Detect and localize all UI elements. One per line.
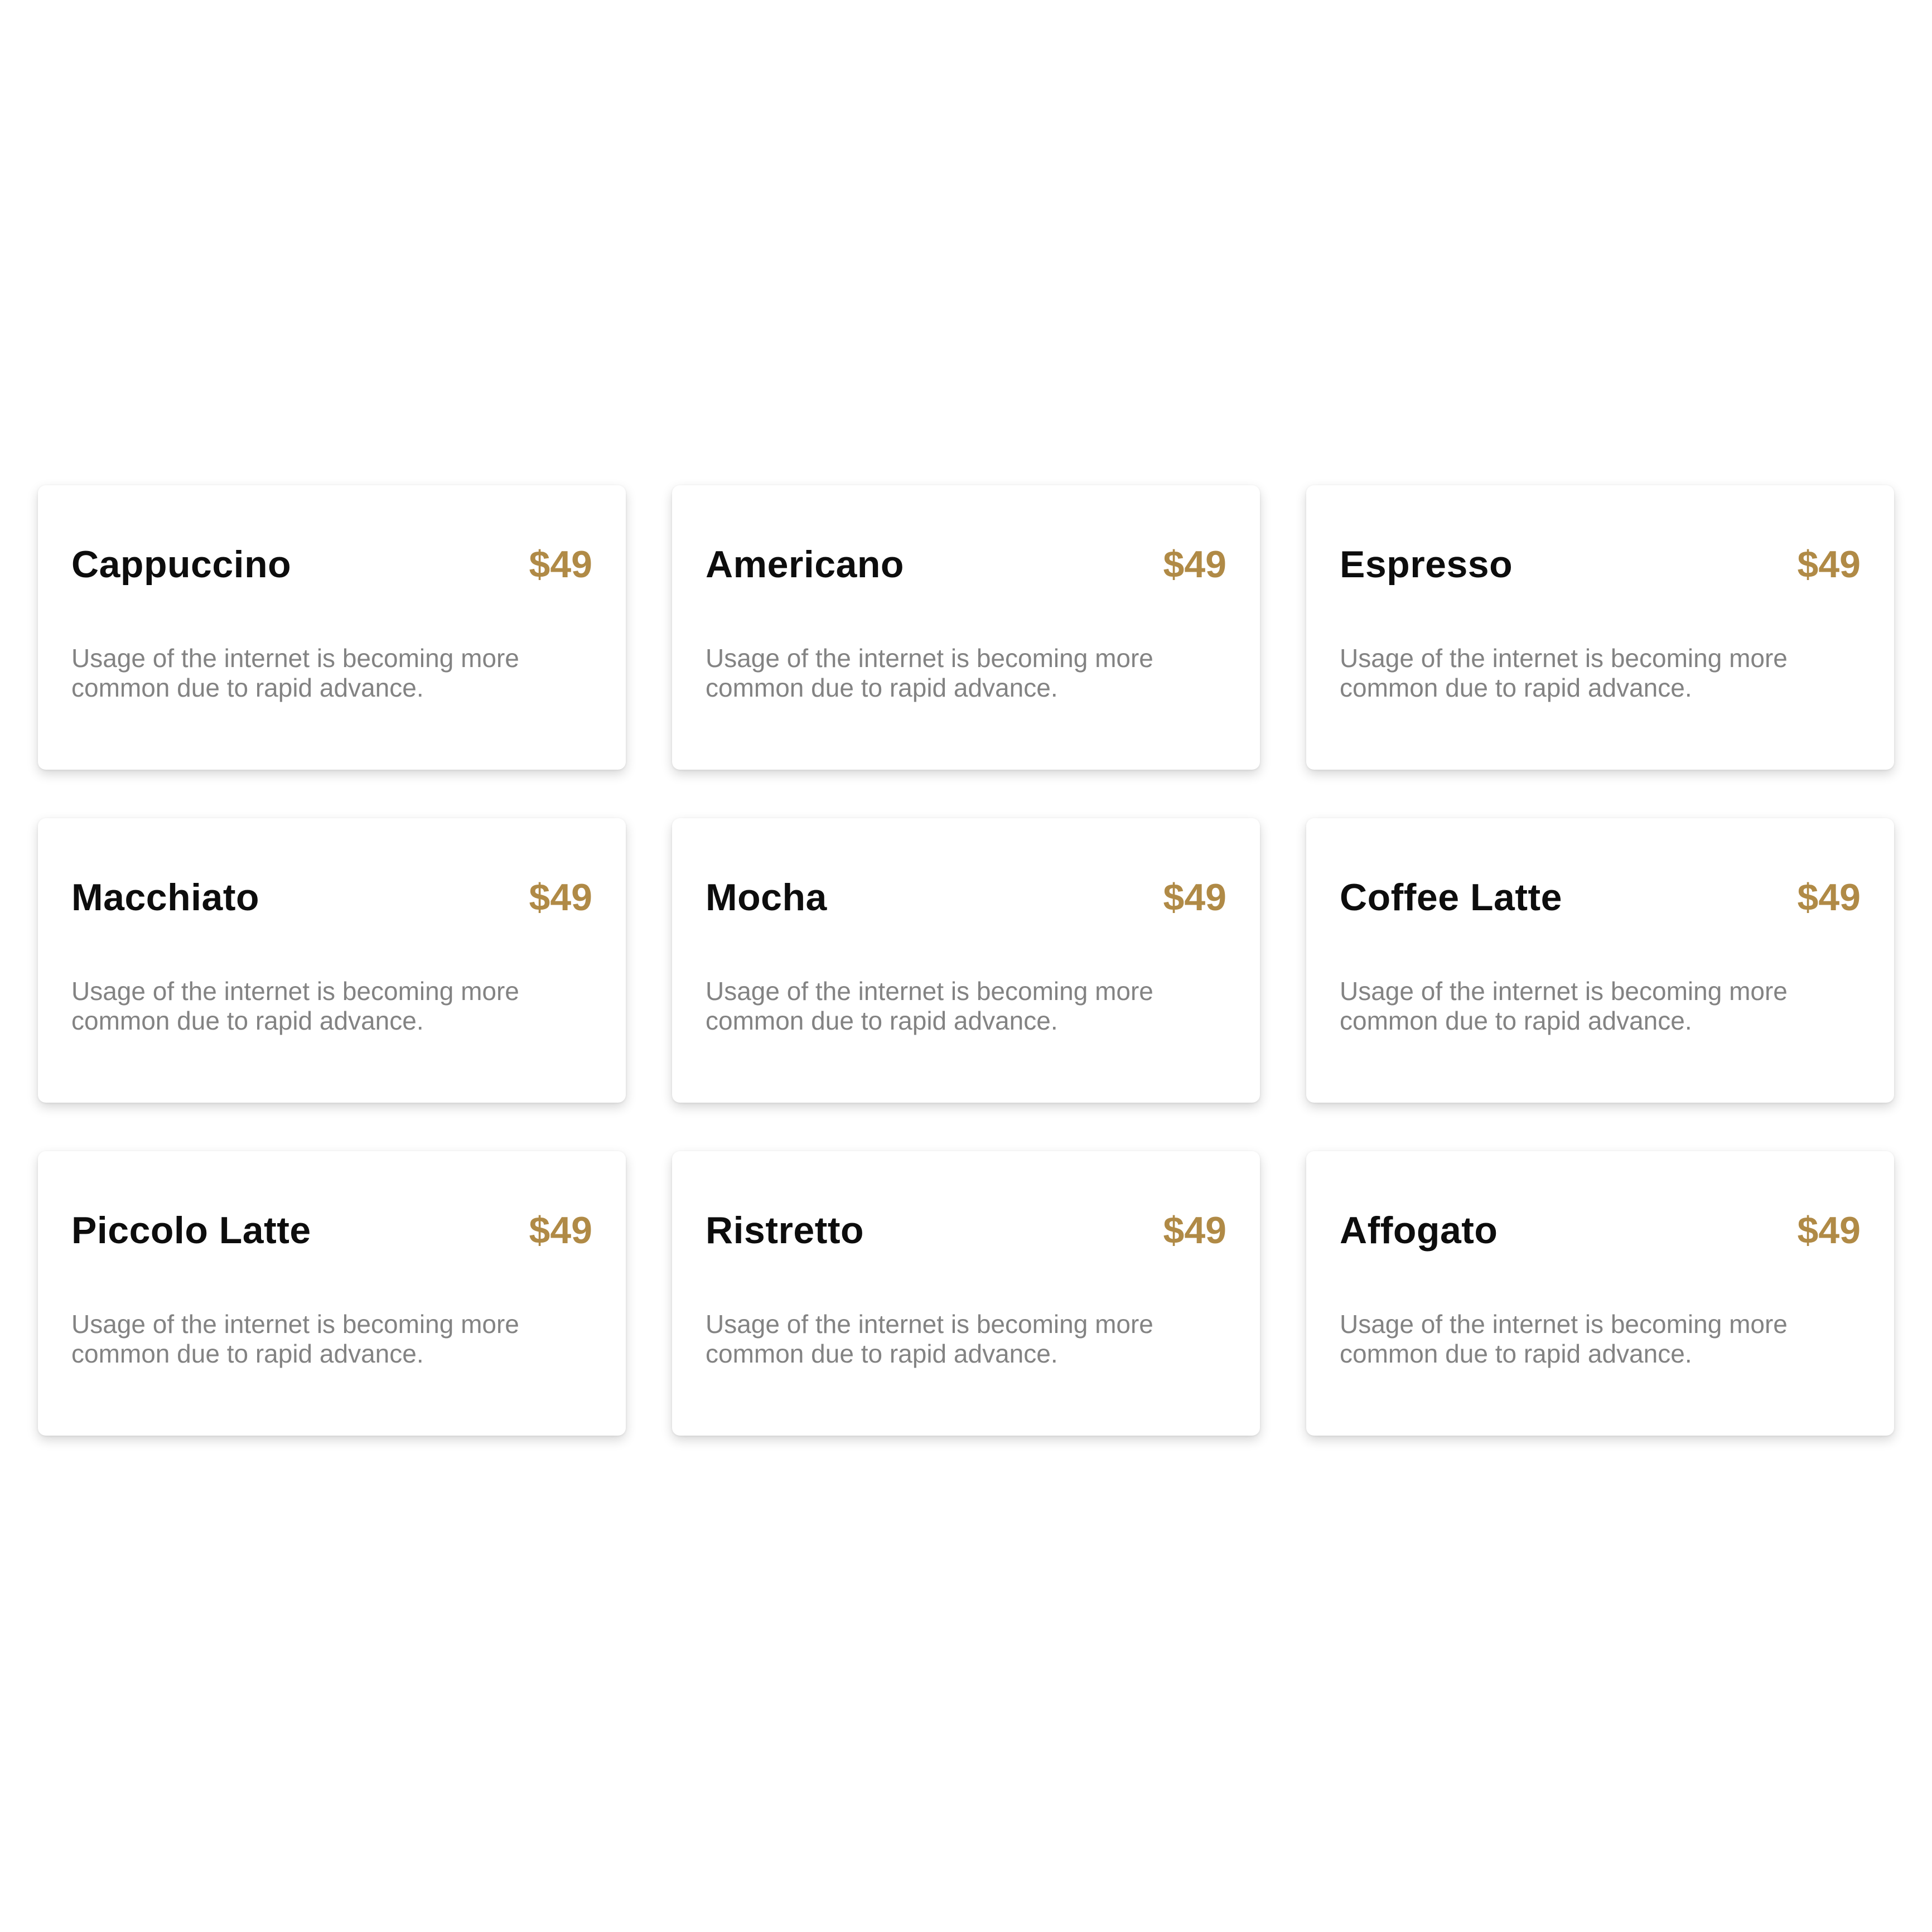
menu-grid: Cappuccino $49 Usage of the internet is … bbox=[38, 485, 1894, 1436]
item-description: Usage of the internet is becoming more c… bbox=[1340, 977, 1788, 1035]
item-description: Usage of the internet is becoming more c… bbox=[706, 1310, 1153, 1368]
menu-card-ristretto[interactable]: Ristretto $49 Usage of the internet is b… bbox=[672, 1151, 1260, 1436]
card-header: Coffee Latte $49 bbox=[1340, 878, 1861, 916]
item-name: Mocha bbox=[706, 876, 827, 919]
card-header: Mocha $49 bbox=[706, 878, 1226, 916]
item-description: Usage of the internet is becoming more c… bbox=[1340, 1310, 1788, 1368]
item-name: Piccolo Latte bbox=[71, 1209, 311, 1252]
card-header: Ristretto $49 bbox=[706, 1211, 1226, 1249]
card-header: Piccolo Latte $49 bbox=[71, 1211, 592, 1249]
item-name: Macchiato bbox=[71, 876, 260, 919]
item-price: $49 bbox=[1163, 876, 1226, 919]
item-price: $49 bbox=[1797, 1209, 1861, 1252]
card-header: Macchiato $49 bbox=[71, 878, 592, 916]
menu-card-coffee-latte[interactable]: Coffee Latte $49 Usage of the internet i… bbox=[1306, 818, 1894, 1103]
item-description: Usage of the internet is becoming more c… bbox=[706, 977, 1153, 1035]
item-price: $49 bbox=[1797, 876, 1861, 919]
menu-card-macchiato[interactable]: Macchiato $49 Usage of the internet is b… bbox=[38, 818, 626, 1103]
item-price: $49 bbox=[1163, 543, 1226, 586]
item-price: $49 bbox=[1163, 1209, 1226, 1252]
menu-card-espresso[interactable]: Espresso $49 Usage of the internet is be… bbox=[1306, 485, 1894, 770]
item-price: $49 bbox=[529, 876, 592, 919]
card-header: Espresso $49 bbox=[1340, 545, 1861, 583]
item-description: Usage of the internet is becoming more c… bbox=[706, 644, 1153, 702]
item-name: Affogato bbox=[1340, 1209, 1498, 1252]
menu-card-affogato[interactable]: Affogato $49 Usage of the internet is be… bbox=[1306, 1151, 1894, 1436]
item-description: Usage of the internet is becoming more c… bbox=[71, 644, 519, 702]
card-header: Affogato $49 bbox=[1340, 1211, 1861, 1249]
item-price: $49 bbox=[1797, 543, 1861, 586]
item-description: Usage of the internet is becoming more c… bbox=[71, 1310, 519, 1368]
item-name: Coffee Latte bbox=[1340, 876, 1562, 919]
item-name: Cappuccino bbox=[71, 543, 292, 586]
item-name: Ristretto bbox=[706, 1209, 864, 1252]
item-description: Usage of the internet is becoming more c… bbox=[71, 977, 519, 1035]
item-name: Espresso bbox=[1340, 543, 1513, 586]
menu-card-piccolo-latte[interactable]: Piccolo Latte $49 Usage of the internet … bbox=[38, 1151, 626, 1436]
menu-card-americano[interactable]: Americano $49 Usage of the internet is b… bbox=[672, 485, 1260, 770]
card-header: Americano $49 bbox=[706, 545, 1226, 583]
menu-card-cappuccino[interactable]: Cappuccino $49 Usage of the internet is … bbox=[38, 485, 626, 770]
item-name: Americano bbox=[706, 543, 904, 586]
card-header: Cappuccino $49 bbox=[71, 545, 592, 583]
item-price: $49 bbox=[529, 1209, 592, 1252]
item-price: $49 bbox=[529, 543, 592, 586]
item-description: Usage of the internet is becoming more c… bbox=[1340, 644, 1788, 702]
menu-card-mocha[interactable]: Mocha $49 Usage of the internet is becom… bbox=[672, 818, 1260, 1103]
